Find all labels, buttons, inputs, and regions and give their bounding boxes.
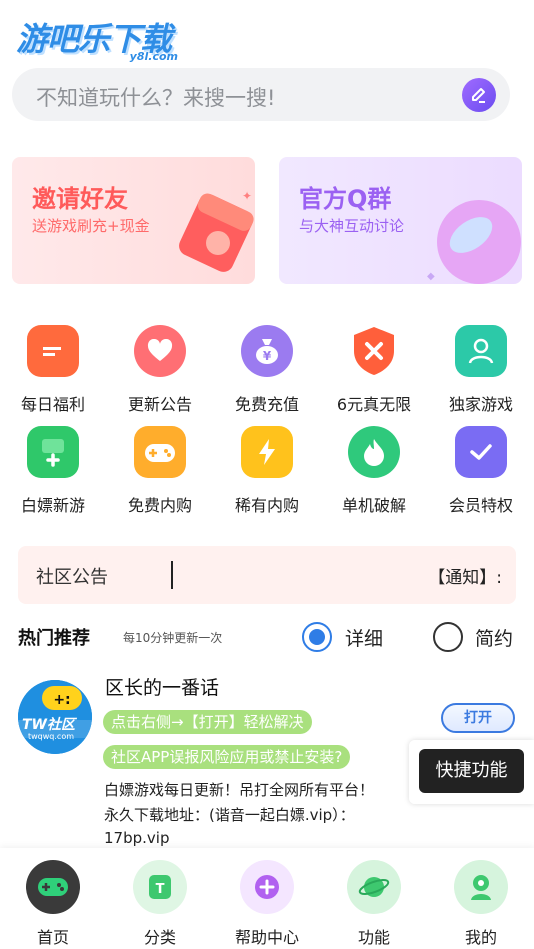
- svg-text:¥: ¥: [263, 349, 272, 363]
- grid-item-label: 更新公告: [127, 395, 192, 414]
- grid-item-free-new-games[interactable]: 白嫖新游: [0, 426, 106, 516]
- category-icon: T: [133, 860, 187, 914]
- avatar-text: TW社区: [22, 717, 75, 733]
- profile-icon: [454, 860, 508, 914]
- red-envelope-icon: ✦: [179, 189, 254, 272]
- gamepad-icon: [26, 860, 80, 914]
- bottom-nav: 首页 T 分类 帮助中心 功能 我的: [0, 848, 534, 949]
- nav-home[interactable]: 首页: [0, 848, 106, 949]
- svg-text:◆: ◆: [427, 271, 435, 282]
- pencil-icon: [472, 88, 485, 103]
- heart-icon: [134, 325, 186, 377]
- svg-text:T: T: [156, 882, 165, 897]
- nav-label: 分类: [143, 928, 176, 947]
- grid-item-rare-purchase[interactable]: 稀有内购: [214, 426, 320, 516]
- plus-icon: [240, 860, 294, 914]
- official-qq-group-banner[interactable]: 官方Q群 与大神互动讨论 ◆: [279, 157, 522, 284]
- grid-item-update-notice[interactable]: 更新公告: [107, 325, 213, 415]
- item-title[interactable]: 区长的一番话: [105, 673, 219, 700]
- logo-domain: y8l.com: [129, 50, 178, 63]
- avatar[interactable]: +: TW社区 twqwq.com: [18, 680, 92, 754]
- item-description: 永久下载地址：(谐音一起白嫖.vip）：: [104, 806, 355, 824]
- radio-brief-label[interactable]: 简约: [475, 624, 513, 651]
- grid-item-label: 每日福利: [20, 395, 85, 414]
- lightning-icon: [241, 426, 293, 478]
- app-logo: 游吧乐下载 y8l.com: [16, 14, 186, 66]
- grid-item-label: 白嫖新游: [20, 496, 85, 515]
- banner-title: 邀请好友: [32, 185, 128, 213]
- radio-detail[interactable]: [302, 622, 332, 652]
- grid-item-six-yuan[interactable]: 6元真无限: [321, 325, 427, 415]
- nav-category[interactable]: T 分类: [107, 848, 213, 949]
- item-description: 白嫖游戏每日更新！吊打全网所有平台！: [104, 781, 375, 799]
- grid-item-label: 免费内购: [127, 496, 192, 515]
- grid-item-label: 单机破解: [341, 496, 406, 515]
- nav-label: 功能: [357, 928, 390, 947]
- invite-friends-banner[interactable]: 邀请好友 送游戏刷充+现金 ✦: [12, 157, 255, 284]
- banner-title: 官方Q群: [299, 185, 392, 213]
- search-placeholder: 不知道玩什么？来搜一搜!: [36, 86, 276, 110]
- user-icon: [455, 325, 507, 377]
- nav-label: 帮助中心: [234, 928, 299, 947]
- notice-message: 【通知】:: [428, 568, 502, 588]
- nav-label: 我的: [464, 928, 497, 947]
- community-notice[interactable]: 社区公告 【通知】:: [18, 546, 516, 604]
- open-button[interactable]: 打开: [441, 703, 515, 733]
- quick-functions-button[interactable]: 快捷功能: [419, 749, 524, 793]
- grid-item-daily-welfare[interactable]: 每日福利: [0, 325, 106, 415]
- flame-icon: [348, 426, 400, 478]
- quick-functions-panel[interactable]: 快捷功能: [409, 740, 534, 804]
- avatar-subtext: twqwq.com: [28, 732, 75, 741]
- banner-subtitle: 与大神互动讨论: [299, 217, 405, 235]
- nav-profile[interactable]: 我的: [428, 848, 534, 949]
- grid-item-label: 稀有内购: [234, 496, 299, 515]
- grid-item-free-purchase[interactable]: 免费内购: [107, 426, 213, 516]
- svg-text:✦: ✦: [242, 189, 252, 203]
- nav-label: 首页: [36, 928, 69, 947]
- shield-icon: [348, 325, 400, 377]
- banner-subtitle: 送游戏刷充+现金: [32, 217, 150, 235]
- radio-detail-label[interactable]: 详细: [345, 624, 383, 651]
- grid-item-label: 会员特权: [448, 496, 513, 515]
- radio-brief[interactable]: [433, 622, 463, 652]
- item-tag: 点击右侧→【打开】轻松解决: [103, 710, 312, 734]
- grid-item-label: 免费充值: [234, 395, 299, 414]
- notice-title: 社区公告: [36, 567, 108, 588]
- item-description: 17bp.vip: [104, 829, 170, 847]
- check-icon: [455, 426, 507, 478]
- money-bag-icon: ¥: [241, 325, 293, 377]
- notice-divider: [171, 561, 173, 589]
- folder-icon: [27, 325, 79, 377]
- grid-item-free-recharge[interactable]: ¥ 免费充值: [214, 325, 320, 415]
- hot-subtitle: 每10分钟更新一次: [123, 631, 223, 645]
- planet-icon: [347, 860, 401, 914]
- search-edit-button[interactable]: [462, 78, 496, 112]
- grid-item-offline-crack[interactable]: 单机破解: [321, 426, 427, 516]
- nav-functions[interactable]: 功能: [321, 848, 427, 949]
- gamepad-icon: [134, 426, 186, 478]
- nav-help-center[interactable]: 帮助中心: [214, 848, 320, 949]
- hot-title: 热门推荐: [18, 628, 90, 649]
- grid-item-vip-privilege[interactable]: 会员特权: [428, 426, 534, 516]
- search-bar[interactable]: 不知道玩什么？来搜一搜!: [12, 68, 510, 121]
- grid-item-exclusive-games[interactable]: 独家游戏: [428, 325, 534, 415]
- phone-plus-icon: [27, 426, 79, 478]
- planet-icon: ◆: [427, 200, 521, 284]
- svg-text:+:: +:: [53, 692, 70, 708]
- grid-item-label: 独家游戏: [448, 395, 513, 414]
- grid-item-label: 6元真无限: [336, 395, 412, 414]
- item-tag: 社区APP误报风险应用或禁止安装?: [103, 745, 351, 769]
